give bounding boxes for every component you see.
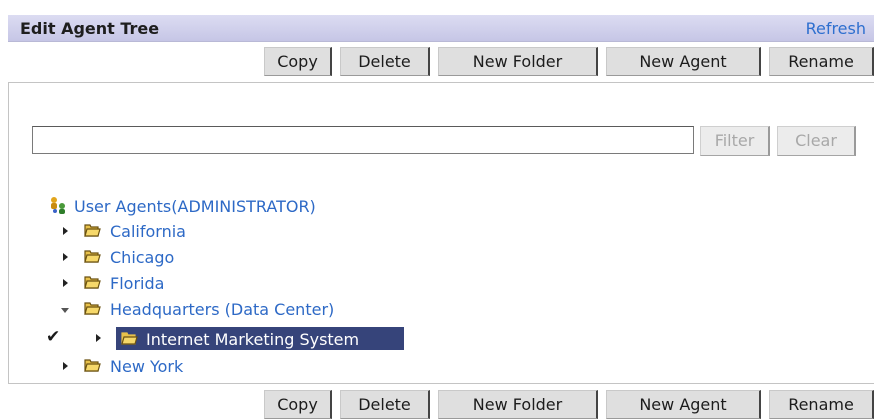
folder-icon	[121, 332, 138, 345]
tree-node-california[interactable]: California	[110, 219, 186, 243]
tree-node-label: Chicago	[110, 247, 175, 267]
page-title: Edit Agent Tree	[20, 19, 160, 38]
delete-button-top[interactable]: Delete	[340, 47, 430, 76]
tree-node-label: Internet Marketing System	[146, 329, 360, 349]
checkmark-icon: ✔	[46, 327, 61, 347]
expand-triangle-icon[interactable]	[63, 227, 68, 235]
filter-button[interactable]: Filter	[700, 126, 770, 156]
expand-triangle-icon[interactable]	[63, 279, 68, 287]
new-folder-button-top[interactable]: New Folder	[438, 47, 598, 76]
folder-icon	[84, 250, 101, 263]
tree-node-label: Headquarters (Data Center)	[110, 299, 335, 319]
tree-root[interactable]: User Agents(ADMINISTRATOR)	[48, 194, 316, 218]
filter-input[interactable]	[32, 126, 694, 154]
expand-triangle-icon[interactable]	[63, 362, 68, 370]
tree-node-new-york[interactable]: New York	[110, 354, 183, 378]
edit-agent-tree-header: Edit Agent Tree Refresh	[8, 15, 874, 42]
rename-button-top[interactable]: Rename	[769, 47, 874, 76]
tree-node-internet-marketing-system[interactable]: Internet Marketing System	[146, 327, 359, 351]
expand-triangle-icon[interactable]	[96, 334, 101, 342]
folder-icon	[84, 359, 101, 372]
folder-icon	[84, 276, 101, 289]
tree-node-label: California	[110, 221, 186, 241]
folder-icon	[84, 302, 101, 315]
agents-root-icon	[51, 197, 65, 214]
copy-button-top[interactable]: Copy	[264, 47, 332, 76]
tree-node-label: New York	[110, 356, 184, 376]
tree-node-label: Florida	[110, 273, 165, 293]
new-agent-button-top[interactable]: New Agent	[606, 47, 761, 76]
collapse-triangle-icon[interactable]	[61, 308, 69, 313]
expand-triangle-icon[interactable]	[63, 253, 68, 261]
clear-button[interactable]: Clear	[777, 126, 856, 156]
tree-node-chicago[interactable]: Chicago	[110, 245, 174, 269]
tree-root-label: User Agents(ADMINISTRATOR)	[74, 196, 316, 216]
tree-node-headquarters[interactable]: Headquarters (Data Center)	[110, 297, 334, 321]
folder-icon	[84, 224, 101, 237]
refresh-link[interactable]: Refresh	[806, 19, 866, 38]
tree-node-florida[interactable]: Florida	[110, 271, 164, 295]
